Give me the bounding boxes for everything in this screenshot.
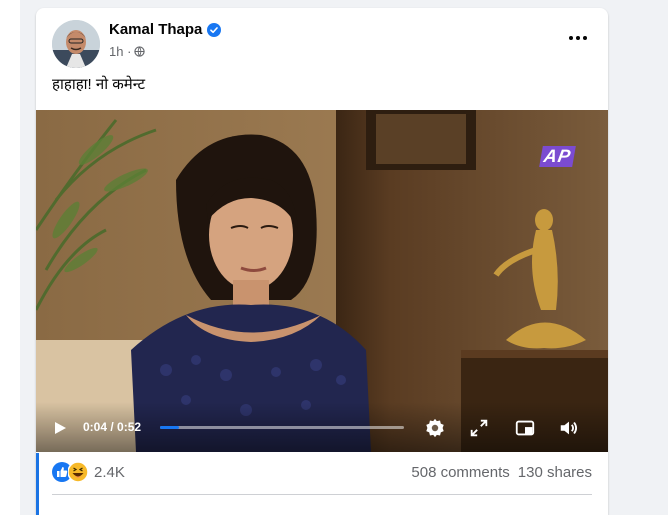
video-controls: 0:04 / 0:52 bbox=[36, 402, 608, 452]
video-time: 0:04 / 0:52 bbox=[83, 420, 142, 434]
volume-icon[interactable] bbox=[558, 417, 580, 439]
stats-divider bbox=[52, 494, 592, 495]
reactions-count: 2.4K bbox=[94, 463, 125, 481]
expand-icon[interactable] bbox=[468, 417, 490, 439]
picture-in-picture-icon[interactable] bbox=[514, 417, 536, 439]
post-time[interactable]: 1h · bbox=[109, 44, 131, 59]
focus-indicator bbox=[36, 453, 39, 515]
left-panel bbox=[0, 0, 20, 515]
video-frame bbox=[36, 110, 608, 452]
reactions-summary[interactable]: 2.4K bbox=[52, 462, 125, 482]
video-progress-fill bbox=[160, 426, 179, 429]
comments-count[interactable]: 508 comments bbox=[411, 464, 509, 481]
post-text: हाहाहा! नो कमेन्ट bbox=[52, 76, 146, 93]
post-stats: 2.4K 508 comments 130 shares bbox=[52, 460, 592, 484]
post-card: Kamal Thapa 1h · हाहाहा! नो कमेन्ट AP 0:… bbox=[36, 8, 608, 515]
settings-icon[interactable] bbox=[424, 417, 446, 439]
verified-icon bbox=[207, 22, 222, 37]
author-name[interactable]: Kamal Thapa bbox=[109, 21, 202, 38]
video-player[interactable]: AP 0:04 / 0:52 bbox=[36, 110, 608, 452]
shares-count[interactable]: 130 shares bbox=[518, 464, 592, 481]
play-icon[interactable] bbox=[52, 420, 68, 436]
haha-reaction-icon bbox=[68, 462, 88, 482]
post-author[interactable]: Kamal Thapa bbox=[109, 21, 222, 38]
video-progress-bar[interactable] bbox=[160, 426, 404, 429]
channel-logo: AP bbox=[539, 146, 576, 167]
post-meta: 1h · bbox=[109, 44, 146, 59]
more-options-icon[interactable] bbox=[564, 26, 592, 50]
channel-logo-text: AP bbox=[539, 146, 576, 167]
author-avatar[interactable] bbox=[52, 20, 100, 68]
globe-icon bbox=[134, 46, 146, 57]
